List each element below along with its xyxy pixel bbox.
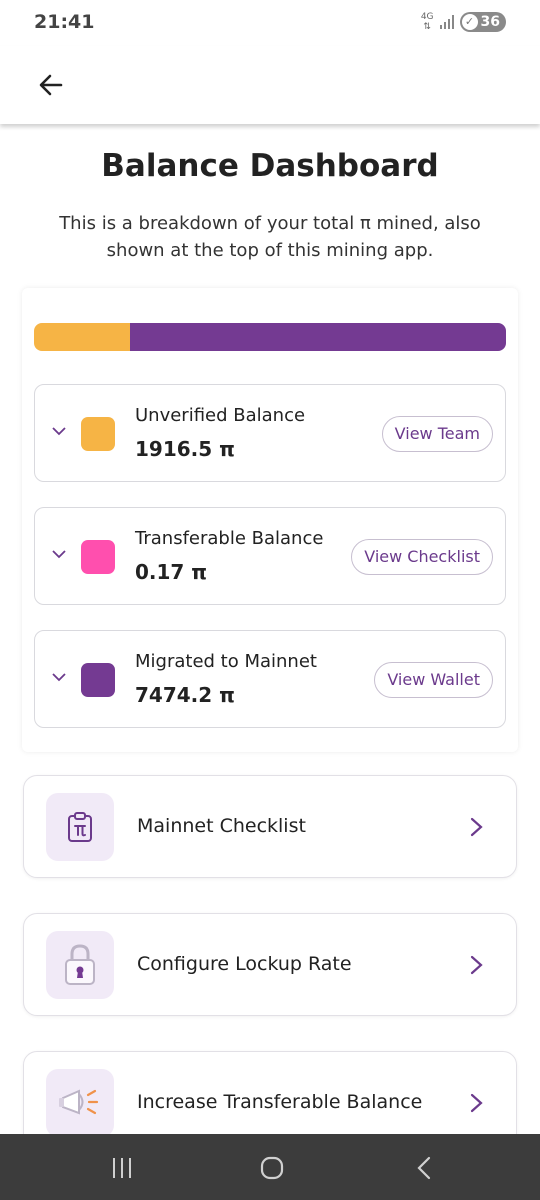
network-label: 4G ⇅: [421, 12, 434, 32]
mainnet-color-swatch: [81, 663, 115, 697]
balance-label: Transferable Balance: [135, 528, 324, 549]
back-icon[interactable]: [414, 1155, 434, 1181]
network-type: 4G: [420, 12, 434, 22]
chevron-right-icon: [470, 955, 483, 975]
page-subtitle: This is a breakdown of your total π mine…: [59, 213, 481, 261]
status-icons: 4G ⇅ ✓ 36: [421, 12, 506, 32]
page-title: Balance Dashboard: [101, 148, 439, 184]
megaphone-icon: [46, 1069, 114, 1134]
recent-apps-icon[interactable]: [110, 1155, 134, 1181]
arrow-left-icon[interactable]: [34, 68, 68, 102]
signal-icon: [439, 15, 454, 29]
balance-label: Migrated to Mainnet: [135, 651, 317, 672]
system-nav-bar: [0, 1134, 540, 1200]
battery-level: 36: [480, 14, 500, 30]
balance-row-mainnet[interactable]: Migrated to Mainnet 7474.2 π View Wallet: [34, 630, 506, 728]
chevron-right-icon: [470, 817, 483, 837]
balance-value: 1916.5 π: [135, 437, 235, 461]
view-wallet-button[interactable]: View Wallet: [374, 662, 493, 698]
chevron-down-icon: [52, 673, 66, 682]
data-arrows-icon: ⇅: [423, 22, 431, 32]
balance-row-unverified[interactable]: Unverified Balance 1916.5 π View Team: [34, 384, 506, 482]
chevron-down-icon: [52, 550, 66, 559]
balance-bar-segment: [130, 323, 506, 351]
chevron-right-icon: [470, 1093, 483, 1113]
view-team-button[interactable]: View Team: [381, 416, 493, 452]
configure-lockup-rate-card[interactable]: Configure Lockup Rate: [23, 913, 517, 1016]
action-label: Increase Transferable Balance: [137, 1091, 423, 1113]
app-bar: [0, 46, 540, 124]
padlock-icon: [46, 931, 114, 999]
mainnet-checklist-card[interactable]: Mainnet Checklist: [23, 775, 517, 878]
battery-saver-icon: ✓: [461, 14, 478, 30]
balance-label: Unverified Balance: [135, 405, 306, 426]
home-icon[interactable]: [259, 1155, 285, 1181]
clipboard-pi-icon: [46, 793, 114, 861]
balance-value: 0.17 π: [135, 560, 208, 584]
balance-distribution-bar: [34, 323, 506, 351]
main-content: Balance Dashboard This is a breakdown of…: [0, 124, 540, 1134]
action-label: Configure Lockup Rate: [137, 953, 352, 975]
balance-row-transferable[interactable]: Transferable Balance 0.17 π View Checkli…: [34, 507, 506, 605]
action-label: Mainnet Checklist: [137, 815, 306, 837]
balance-summary-card: Unverified Balance 1916.5 π View Team Tr…: [22, 288, 518, 752]
unverified-color-swatch: [81, 417, 115, 451]
balance-bar-segment: [34, 323, 131, 351]
view-checklist-button[interactable]: View Checklist: [351, 539, 493, 575]
status-bar: 21:41 4G ⇅ ✓ 36: [0, 0, 540, 46]
balance-value: 7474.2 π: [135, 683, 235, 707]
chevron-down-icon: [52, 427, 66, 436]
status-time: 21:41: [34, 11, 95, 33]
battery-indicator: ✓ 36: [459, 12, 506, 32]
transferable-color-swatch: [81, 540, 115, 574]
increase-transferable-balance-card[interactable]: Increase Transferable Balance: [23, 1051, 517, 1134]
